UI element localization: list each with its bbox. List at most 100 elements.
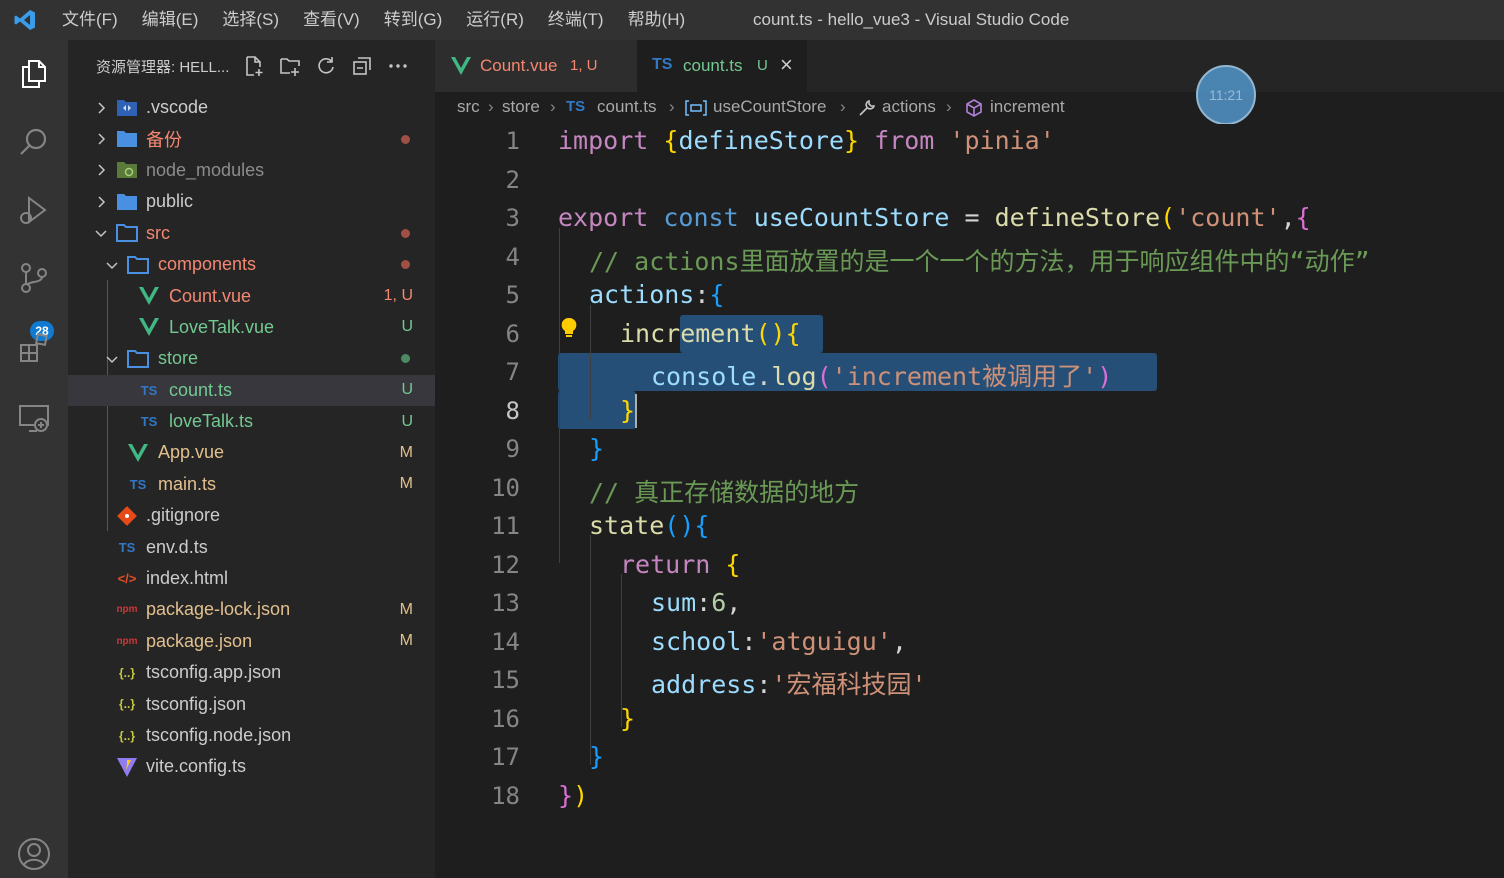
tab-label: Count.vue — [480, 56, 558, 75]
line-number: 12 — [491, 551, 520, 579]
tree-item-label: env.d.ts — [146, 536, 208, 557]
chevron-right-icon: › — [488, 97, 494, 116]
search-icon[interactable] — [14, 122, 54, 162]
chevron-right-icon: › — [840, 97, 846, 116]
tree-item-node-modules[interactable]: node_modules — [68, 155, 435, 186]
git-status: M — [399, 443, 413, 461]
more-actions-icon[interactable] — [386, 54, 410, 78]
tree-item-count-ts[interactable]: TS count.ts U — [68, 374, 435, 406]
method-icon — [964, 98, 984, 123]
tree-item-label: Count.vue — [169, 285, 252, 306]
collapse-all-icon[interactable] — [350, 54, 374, 78]
new-folder-icon[interactable] — [278, 54, 302, 78]
chevron-right-icon: › — [550, 97, 556, 116]
remote-explorer-icon[interactable] — [14, 398, 54, 438]
ts-file-icon: TS — [140, 382, 158, 398]
untracked-dot-icon — [401, 354, 410, 364]
git-status: U — [401, 412, 413, 430]
tree-item-tsconfig-json[interactable]: {..} tsconfig.json — [68, 688, 435, 719]
explorer-icon[interactable] — [14, 54, 54, 94]
code-line-10: // 真正存储数据的地方 — [589, 478, 860, 507]
chevron-down-icon — [106, 356, 118, 363]
code-line-3: export const useCountStore = defineStore… — [558, 203, 1311, 232]
line-number: 5 — [505, 281, 520, 309]
code-line-18: }) — [558, 781, 589, 810]
file-tree: .vscode 备份 node_modules public src compo… — [68, 92, 435, 783]
chevron-down-icon — [106, 262, 118, 269]
menu-run[interactable]: 运行(R) — [454, 0, 536, 40]
vue-file-icon — [127, 442, 149, 464]
ts-file-icon: TS — [566, 98, 586, 115]
menu-selection[interactable]: 选择(S) — [210, 0, 291, 40]
code-line-11: state(){ — [589, 511, 710, 540]
extensions-icon[interactable] — [14, 328, 54, 368]
ts-file-icon: TS — [140, 414, 158, 430]
chevron-right-icon: › — [946, 97, 952, 116]
menu-edit[interactable]: 编辑(E) — [130, 0, 211, 40]
account-icon[interactable] — [14, 834, 54, 874]
menu-go[interactable]: 转到(G) — [372, 0, 455, 40]
tree-item-store[interactable]: store — [68, 343, 435, 374]
tree-item-components[interactable]: components — [68, 249, 435, 280]
breadcrumb: src › store › TS count.ts › useCountStor… — [435, 92, 1504, 124]
menu-terminal[interactable]: 终端(T) — [536, 0, 616, 40]
open-folder-icon — [127, 254, 149, 276]
tree-item-label: vite.config.ts — [146, 756, 247, 777]
line-number: 1 — [505, 127, 520, 155]
tree-item-label: loveTalk.ts — [169, 411, 254, 432]
code-editor[interactable]: 1 2 3 4 5 6 7 8 9 10 11 12 13 14 15 16 1… — [435, 124, 1504, 878]
git-status: U — [401, 381, 413, 399]
chevron-down-icon — [95, 230, 107, 238]
breadcrumb-actions[interactable]: actions — [882, 97, 936, 117]
tree-item-tsconfig-node-json[interactable]: {..} tsconfig.node.json — [68, 720, 435, 751]
editor-tabs: Count.vue 1, U TS count.ts U × — [435, 40, 1504, 92]
git-file-icon — [116, 505, 138, 527]
tab-count-vue[interactable]: Count.vue 1, U — [435, 40, 637, 92]
tree-item-public[interactable]: public — [68, 186, 435, 217]
line-number: 17 — [491, 743, 520, 771]
tree-item-vite-config-ts[interactable]: vite.config.ts — [68, 751, 435, 782]
tree-item-vscode[interactable]: .vscode — [68, 92, 435, 123]
tree-item-lovetalk-vue[interactable]: LoveTalk.vue U — [68, 312, 435, 343]
tree-item-main-ts[interactable]: TS main.ts M — [68, 469, 435, 500]
tree-item-package-lock-json[interactable]: npm package-lock.json M — [68, 594, 435, 625]
tree-item-label: node_modules — [146, 159, 265, 180]
breadcrumb-src[interactable]: src — [457, 97, 480, 117]
tree-item-package-json[interactable]: npm package.json M — [68, 626, 435, 657]
tree-item-index-html[interactable]: </> index.html — [68, 563, 435, 594]
breadcrumb-store[interactable]: store — [502, 97, 540, 117]
tree-item-lovetalk-ts[interactable]: TS loveTalk.ts U — [68, 406, 435, 437]
close-icon[interactable]: × — [780, 52, 793, 78]
tree-item-count-vue[interactable]: Count.vue 1, U — [68, 280, 435, 311]
menu-help[interactable]: 帮助(H) — [616, 0, 698, 40]
menu-file[interactable]: 文件(F) — [50, 0, 130, 40]
breadcrumb-increment[interactable]: increment — [990, 97, 1065, 117]
tree-item-src[interactable]: src — [68, 218, 435, 249]
tab-count-ts[interactable]: TS count.ts U × — [637, 40, 807, 92]
tree-item-label: store — [158, 348, 199, 369]
source-control-icon[interactable] — [14, 258, 54, 298]
tree-item-gitignore[interactable]: .gitignore — [68, 500, 435, 531]
npm-file-icon: npm — [116, 635, 138, 647]
text-cursor — [635, 394, 637, 428]
new-file-icon[interactable] — [242, 54, 266, 78]
json-file-icon: {..} — [118, 697, 135, 712]
code-line-7: console.log('increment被调用了') — [651, 362, 1113, 391]
refresh-icon[interactable] — [314, 54, 338, 78]
json-file-icon: {..} — [118, 728, 135, 743]
line-number: 13 — [491, 589, 520, 617]
git-status: 1, U — [383, 287, 413, 305]
lightbulb-icon[interactable] — [560, 317, 578, 339]
run-debug-icon[interactable] — [14, 190, 54, 230]
tree-item-label: .vscode — [146, 97, 209, 118]
breadcrumb-store-name[interactable]: useCountStore — [713, 97, 826, 117]
open-folder-icon — [116, 222, 138, 244]
tree-item-env-d-ts[interactable]: TS env.d.ts — [68, 531, 435, 562]
tree-item-tsconfig-app-json[interactable]: {..} tsconfig.app.json — [68, 657, 435, 688]
code-line-8: } — [620, 396, 636, 425]
line-number: 14 — [491, 628, 520, 656]
breadcrumb-file[interactable]: count.ts — [597, 97, 657, 117]
menu-view[interactable]: 查看(V) — [291, 0, 372, 40]
tree-item-backup[interactable]: 备份 — [68, 123, 435, 154]
tree-item-app-vue[interactable]: App.vue M — [68, 437, 435, 468]
